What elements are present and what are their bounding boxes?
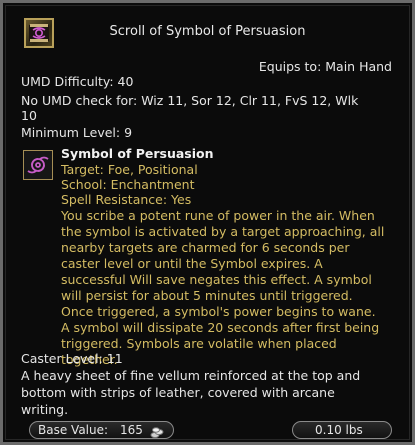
item-title: Scroll of Symbol of Persuasion xyxy=(109,24,306,39)
umd-difficulty: UMD Difficulty: 40 xyxy=(21,74,134,89)
item-weight: 0.10 lbs xyxy=(315,423,363,437)
item-tooltip: Scroll of Symbol of Persuasion Equips to… xyxy=(0,0,415,445)
symbol-icon xyxy=(23,150,53,180)
base-value-panel: Base Value: 165 xyxy=(29,421,174,439)
no-umd-check-line2: 10 xyxy=(21,108,37,123)
minimum-level: Minimum Level: 9 xyxy=(21,125,133,140)
equips-to-text: Equips to: Main Hand xyxy=(258,59,392,74)
caster-level: Caster Level: 11 xyxy=(21,351,123,366)
tooltip-header: Scroll of Symbol of Persuasion xyxy=(3,3,412,49)
spell-school: School: Enchantment xyxy=(61,177,195,192)
flavor-text: A heavy sheet of fine vellum reinforced … xyxy=(21,368,361,417)
weight-panel: 0.10 lbs xyxy=(292,421,392,439)
base-value-amount: 165 xyxy=(120,423,143,437)
spell-resistance: Spell Resistance: Yes xyxy=(61,192,192,207)
coin-icon xyxy=(150,424,164,443)
base-value-label: Base Value: xyxy=(38,423,109,437)
spell-description: You scribe a potent rune of power in the… xyxy=(61,208,385,367)
spell-target: Target: Foe, Positional xyxy=(61,162,198,177)
no-umd-check-line1: No UMD check for: Wiz 11, Sor 12, Clr 11… xyxy=(21,93,359,108)
spell-name: Symbol of Persuasion xyxy=(61,146,214,161)
